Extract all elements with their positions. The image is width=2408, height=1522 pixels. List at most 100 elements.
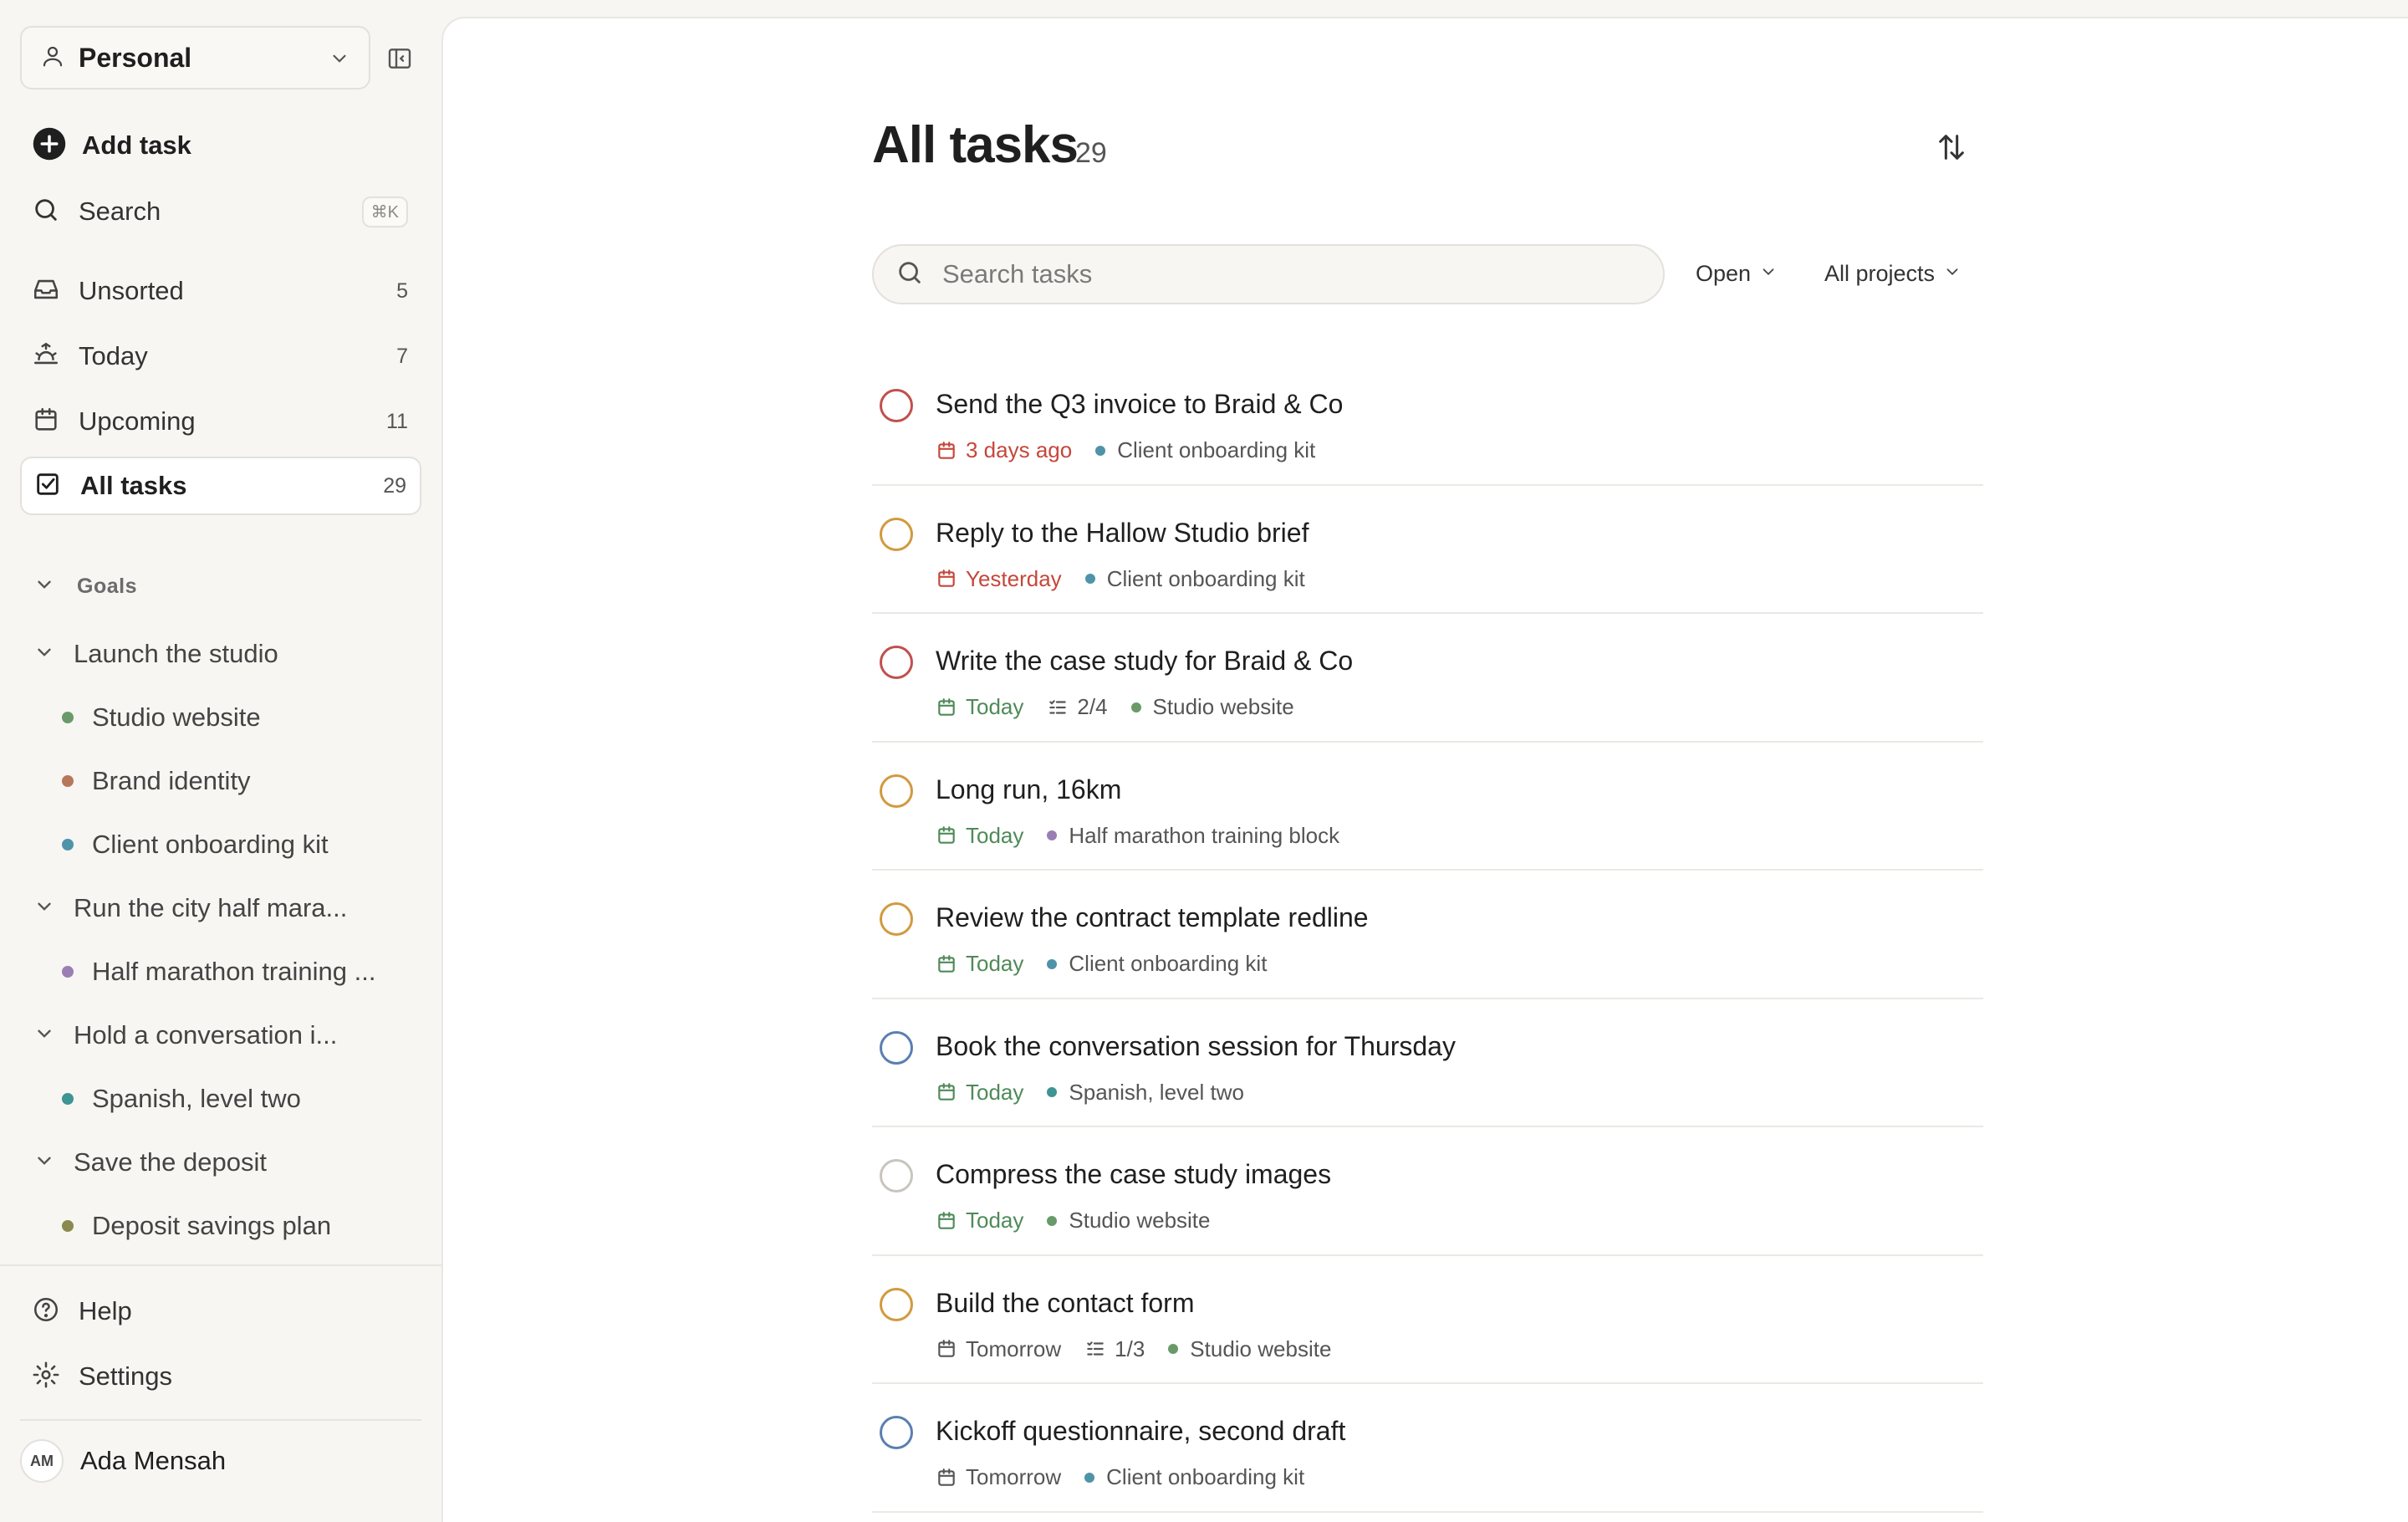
project-item[interactable]: Spanish, level two (62, 1078, 301, 1120)
project-item[interactable]: Deposit savings plan (62, 1205, 331, 1247)
project-filter-dropdown[interactable]: All projects (1824, 261, 1962, 287)
task-row[interactable]: Build the contact form Tomorrow 1/3 Studio … (872, 1256, 1983, 1384)
calendar-icon (936, 1338, 957, 1360)
task-due-label: Today (966, 951, 1024, 976)
chevron-down-icon (33, 641, 55, 667)
task-title[interactable]: Build the contact form (936, 1288, 1194, 1319)
search-button[interactable]: Search ⌘K (20, 182, 421, 241)
task-meta: 3 days ago Client onboarding kit (936, 437, 1315, 463)
calendar-icon (936, 440, 957, 462)
help-button[interactable]: Help (20, 1282, 421, 1341)
goal-item[interactable]: Launch the studio (33, 633, 278, 675)
chevron-down-icon (33, 1150, 55, 1176)
user-profile-button[interactable]: AM Ada Mensah (20, 1432, 421, 1490)
nav-item-today[interactable]: Today 7 (20, 327, 421, 386)
main-panel: All tasks 29 Open All projects Send the … (441, 17, 2408, 1522)
task-row[interactable]: Send the Q3 invoice to Braid & Co 3 days … (872, 357, 1983, 486)
task-complete-checkbox[interactable] (880, 517, 913, 551)
add-task-button[interactable]: Add task (20, 116, 421, 175)
task-title[interactable]: Send the Q3 invoice to Braid & Co (936, 389, 1343, 420)
task-row[interactable]: Long run, 16km Today Half marathon trainin… (872, 743, 1983, 871)
task-complete-checkbox[interactable] (880, 774, 913, 808)
goal-item[interactable]: Run the city half mara... (33, 887, 347, 929)
search-icon (895, 258, 924, 291)
task-complete-checkbox[interactable] (880, 1287, 913, 1321)
goals-section-toggle[interactable]: Goals (33, 574, 137, 600)
task-due: 3 days ago (936, 437, 1072, 463)
goal-item[interactable]: Hold a conversation i... (33, 1014, 337, 1056)
nav-item-count: 11 (386, 409, 408, 433)
task-subtasks: 1/3 (1084, 1336, 1145, 1362)
settings-button[interactable]: Settings (20, 1347, 421, 1406)
nav-item-unsorted[interactable]: Unsorted 5 (20, 262, 421, 320)
task-search[interactable] (872, 244, 1665, 304)
task-title[interactable]: Write the case study for Braid & Co (936, 646, 1353, 677)
project-filter-label: All projects (1824, 261, 1936, 286)
task-project-label: Client onboarding kit (1106, 565, 1305, 591)
task-due: Tomorrow (936, 1336, 1061, 1362)
task-row[interactable]: Review the contract template redline Toda… (872, 871, 1983, 999)
task-title[interactable]: Review the contract template redline (936, 902, 1369, 933)
collapse-sidebar-button[interactable] (386, 45, 413, 76)
project-color-dot (62, 775, 74, 787)
task-project: Client onboarding kit (1084, 1464, 1304, 1490)
calendar-icon (936, 953, 957, 975)
project-color-dot (1047, 1215, 1058, 1226)
nav-item-all-tasks[interactable]: All tasks 29 (20, 457, 421, 515)
task-complete-checkbox[interactable] (880, 902, 913, 936)
status-filter-dropdown[interactable]: Open (1696, 261, 1778, 287)
task-title[interactable]: Reply to the Hallow Studio brief (936, 518, 1309, 549)
task-complete-checkbox[interactable] (880, 389, 913, 422)
task-complete-checkbox[interactable] (880, 646, 913, 679)
task-subtasks: 2/4 (1047, 694, 1108, 720)
chevron-down-icon (329, 48, 350, 74)
nav-item-upcoming[interactable]: Upcoming 11 (20, 392, 421, 451)
nav-item-count: 7 (396, 344, 408, 368)
project-label: Deposit savings plan (92, 1211, 332, 1240)
user-icon (40, 43, 65, 73)
task-title[interactable]: Kickoff questionnaire, second draft (936, 1416, 1345, 1447)
goal-label: Run the city half mara... (74, 893, 348, 922)
task-row[interactable]: Kickoff questionnaire, second draft Tomor… (872, 1384, 1983, 1513)
task-project: Client onboarding kit (1084, 565, 1305, 592)
task-project-label: Spanish, level two (1069, 1079, 1244, 1105)
project-item[interactable]: Brand identity (62, 760, 251, 802)
task-due: Today (936, 1208, 1023, 1233)
project-item[interactable]: Half marathon training ... (62, 951, 375, 993)
project-color-dot (62, 1093, 74, 1105)
task-project-label: Studio website (1190, 1336, 1332, 1361)
project-item[interactable]: Client onboarding kit (62, 824, 329, 866)
project-item[interactable]: Studio website (62, 697, 261, 738)
task-row[interactable]: Book the conversation session for Thursd… (872, 999, 1983, 1127)
search-input[interactable] (941, 258, 1626, 290)
goal-label: Hold a conversation i... (74, 1020, 338, 1050)
project-label: Brand identity (92, 766, 251, 795)
checkbox-icon (33, 470, 62, 503)
workspace-switcher[interactable]: Personal (20, 26, 370, 89)
task-row[interactable]: Reply to the Hallow Studio brief Yesterda… (872, 486, 1983, 614)
task-meta: Tomorrow 1/3 Studio website (936, 1336, 1331, 1362)
goal-item[interactable]: Save the deposit (33, 1142, 267, 1183)
project-color-dot (1084, 574, 1095, 584)
task-complete-checkbox[interactable] (880, 1030, 913, 1065)
task-title[interactable]: Long run, 16km (936, 774, 1121, 805)
task-complete-checkbox[interactable] (880, 1416, 913, 1449)
task-row[interactable]: Compress the case study images Today Studi… (872, 1127, 1983, 1256)
search-label: Search (79, 197, 161, 226)
task-complete-checkbox[interactable] (880, 1159, 913, 1193)
search-icon (32, 196, 60, 228)
gear-icon (32, 1361, 60, 1393)
task-title[interactable]: Compress the case study images (936, 1159, 1331, 1190)
task-title[interactable]: Book the conversation session for Thursd… (936, 1031, 1456, 1062)
project-color-dot (1130, 702, 1141, 712)
sort-button[interactable] (1935, 130, 1968, 168)
user-name: Ada Mensah (80, 1446, 227, 1475)
sidebar-divider (20, 1419, 421, 1421)
project-color-dot (62, 712, 74, 723)
task-row[interactable]: Write the case study for Braid & Co Today… (872, 614, 1983, 743)
task-due: Today (936, 823, 1023, 849)
project-color-dot (1047, 830, 1058, 840)
task-project: Client onboarding kit (1095, 437, 1315, 463)
sidebar-divider (0, 1264, 441, 1266)
add-task-label: Add task (82, 130, 191, 160)
